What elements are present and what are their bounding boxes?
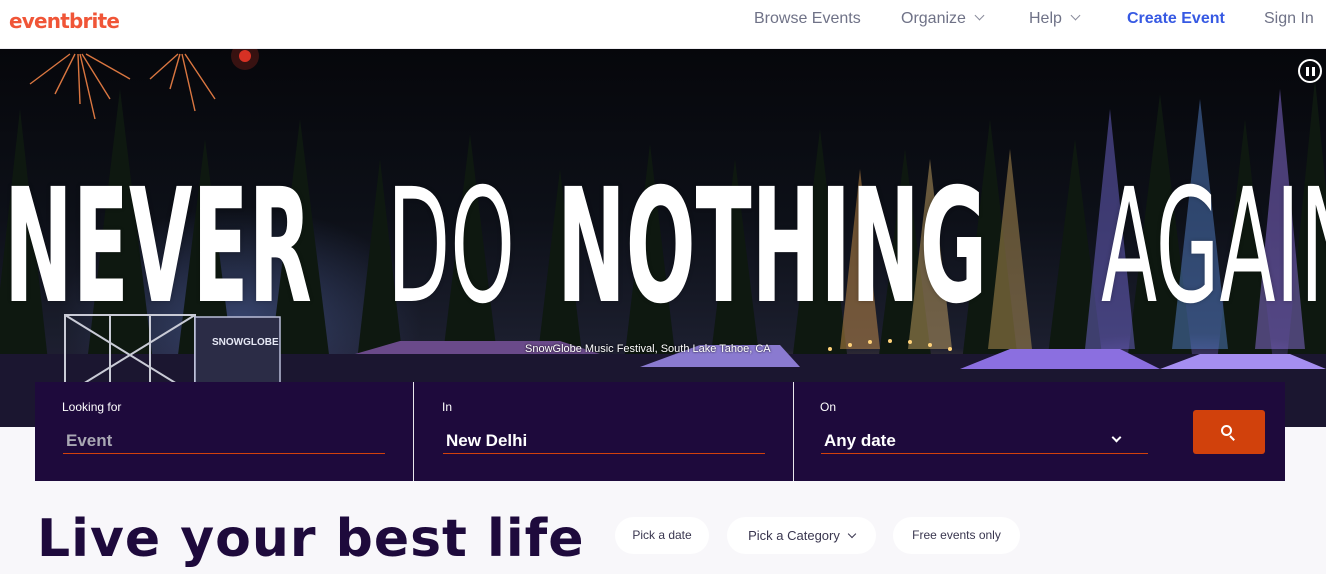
- event-search-bar: Looking for In On Any date: [35, 382, 1285, 481]
- search-icon-handle: [1229, 435, 1235, 441]
- location-field: In: [415, 382, 793, 481]
- nav-sign-in[interactable]: Sign In: [1264, 10, 1314, 28]
- page-tagline: Live your best life: [37, 509, 585, 569]
- nav-browse-events[interactable]: Browse Events: [754, 10, 861, 28]
- date-select-value: Any date: [824, 431, 896, 450]
- location-label: In: [442, 400, 453, 414]
- date-field: On Any date: [793, 382, 1173, 481]
- filter-pick-category-label: Pick a Category: [748, 528, 840, 543]
- headline-word-3: NOTHING: [557, 155, 988, 339]
- filter-pick-category[interactable]: Pick a Category: [727, 517, 876, 554]
- looking-for-field: Looking for: [35, 382, 413, 481]
- field-divider: [413, 382, 414, 481]
- hero-caption: SnowGlobe Music Festival, South Lake Tah…: [525, 343, 771, 355]
- nav-organize[interactable]: Organize: [901, 10, 985, 28]
- filter-free-events[interactable]: Free events only: [893, 517, 1020, 554]
- chevron-down-icon: [847, 529, 857, 539]
- search-button[interactable]: [1193, 410, 1265, 454]
- hero-banner: SNOWGLOBE NEVER DO NOTHING AGAIN SnowGlo…: [0, 49, 1326, 427]
- chevron-down-icon: [1070, 10, 1081, 21]
- pause-video-button[interactable]: [1298, 59, 1322, 83]
- top-navigation-bar: eventbrite Browse Events Organize Help C…: [0, 0, 1326, 49]
- nav-help[interactable]: Help: [1029, 10, 1081, 28]
- looking-for-label: Looking for: [62, 400, 122, 414]
- headline-word-4: AGAIN: [1101, 155, 1326, 339]
- nav-organize-label: Organize: [901, 10, 966, 27]
- nav-help-label: Help: [1029, 10, 1062, 27]
- date-select[interactable]: Any date: [821, 428, 1148, 454]
- nav-browse-events-label: Browse Events: [754, 10, 861, 27]
- headline-word-2: DO: [387, 155, 515, 339]
- eventbrite-logo[interactable]: eventbrite: [9, 9, 120, 33]
- nav-create-event[interactable]: Create Event: [1127, 10, 1225, 28]
- location-input[interactable]: [443, 428, 765, 454]
- date-label: On: [820, 400, 837, 414]
- filter-pick-date[interactable]: Pick a date: [615, 517, 709, 554]
- chevron-down-icon: [974, 10, 985, 21]
- event-search-input[interactable]: [63, 428, 385, 454]
- headline-word-1: NEVER: [4, 155, 312, 339]
